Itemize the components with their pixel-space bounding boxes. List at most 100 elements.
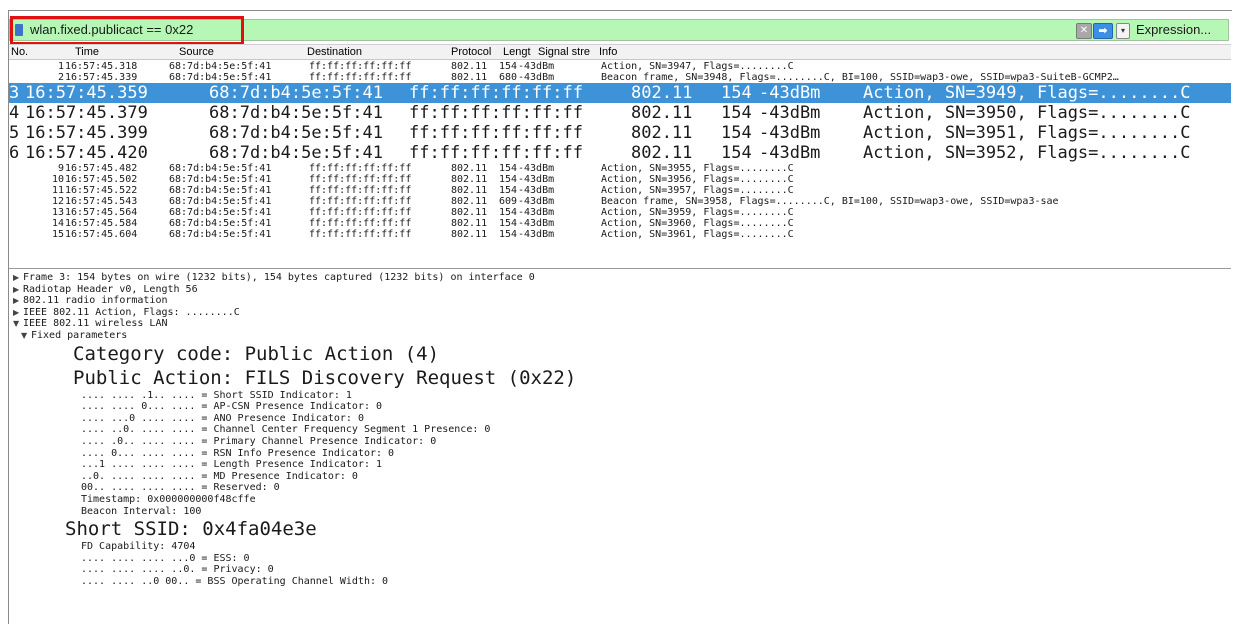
detail-line: .... .... .... ..0. = Privacy: 0 (81, 564, 274, 576)
cell-time: 16:57:45.359 (25, 83, 148, 103)
table-row[interactable]: 11 16:57:45.522 68:7d:b4:5e:5f:41 ff:ff:ff:… (9, 185, 1231, 196)
cell-info: Action, SN=3951, Flags=........C (863, 123, 1191, 143)
cell-proto: 802.11 (451, 218, 488, 229)
cell-proto: 802.11 (451, 229, 488, 240)
cell-src: 68:7d:b4:5e:5f:41 (169, 207, 272, 218)
cell-info: Action, SN=3959, Flags=........C (601, 207, 794, 218)
cell-len: 154 (499, 229, 518, 240)
table-row[interactable]: 13 16:57:45.564 68:7d:b4:5e:5f:41 ff:ff:ff:… (9, 207, 1231, 218)
cell-no: 5 (9, 123, 20, 143)
column-header-no[interactable]: No. (11, 46, 28, 58)
cell-time: 16:57:45.522 (65, 185, 138, 196)
detail-line[interactable]: ▶ IEEE 802.11 Action, Flags: ........C (13, 307, 240, 319)
table-row[interactable]: 5 16:57:45.399 68:7d:b4:5e:5f:41 ff:ff:ff:f… (9, 123, 1231, 143)
table-row[interactable]: 9 16:57:45.482 68:7d:b4:5e:5f:41 ff:ff:ff:f… (9, 163, 1231, 174)
cell-dst: ff:ff:ff:ff:ff:ff (309, 218, 412, 229)
collapsed-triangle-icon[interactable]: ▶ (13, 307, 23, 319)
packet-list-header: No. Time Source Destination Protocol Len… (9, 44, 1231, 60)
table-row[interactable]: 6 16:57:45.420 68:7d:b4:5e:5f:41 ff:ff:ff:f… (9, 143, 1231, 163)
detail-line[interactable]: ▼ Fixed parameters (21, 330, 127, 342)
table-row[interactable]: 1 16:57:45.318 68:7d:b4:5e:5f:41 ff:ff:ff:f… (9, 61, 1231, 72)
cell-len: 154 (499, 218, 518, 229)
detail-text: .... .... ..0 00.. = BSS Operating Chann… (81, 576, 389, 587)
cell-sig: -43dBm (518, 163, 555, 174)
cell-proto: 802.11 (451, 72, 488, 83)
detail-line: ...1 .... .... .... = Length Presence In… (81, 459, 382, 471)
cell-proto: 802.11 (451, 207, 488, 218)
cell-info: Action, SN=3949, Flags=........C (863, 83, 1191, 103)
apply-filter-icon[interactable]: ➡ (1093, 23, 1113, 39)
cell-info: Action, SN=3961, Flags=........C (601, 229, 794, 240)
cell-sig: -43dBm (759, 103, 821, 123)
column-header-signal[interactable]: Signal stre (538, 46, 590, 58)
cell-dst: ff:ff:ff:ff:ff:ff (409, 123, 583, 143)
detail-line[interactable]: ▶ Frame 3: 154 bytes on wire (1232 bits),… (13, 272, 535, 284)
detail-text: Fixed parameters (31, 330, 128, 341)
cell-time: 16:57:45.482 (65, 163, 138, 174)
expanded-triangle-icon[interactable]: ▼ (21, 330, 31, 342)
column-header-destination[interactable]: Destination (307, 46, 362, 58)
cell-len: 154 (499, 61, 518, 72)
detail-line[interactable]: ▶ Radiotap Header v0, Length 56 (13, 284, 198, 296)
column-header-source[interactable]: Source (179, 46, 214, 58)
detail-line: .... 0... .... .... = RSN Info Presence … (81, 448, 394, 460)
table-row[interactable]: 10 16:57:45.502 68:7d:b4:5e:5f:41 ff:ff:ff:… (9, 174, 1231, 185)
table-row-selected[interactable]: 3 16:57:45.359 68:7d:b4:5e:5f:41 ff:ff:ff:f… (9, 83, 1231, 103)
cell-proto: 802.11 (451, 185, 488, 196)
detail-text: FD Capability: 4704 (81, 541, 196, 553)
cell-info: Action, SN=3955, Flags=........C (601, 163, 794, 174)
detail-line[interactable]: ▼ IEEE 802.11 wireless LAN (13, 318, 168, 330)
cell-dst: ff:ff:ff:ff:ff:ff (309, 207, 412, 218)
detail-text: Timestamp: 0x000000000f48cffe (81, 494, 256, 505)
column-header-length[interactable]: Lengt (503, 46, 531, 58)
table-row[interactable]: 4 16:57:45.379 68:7d:b4:5e:5f:41 ff:ff:ff:f… (9, 103, 1231, 123)
detail-text: .... .... .... ...0 = ESS: 0 (81, 552, 250, 564)
table-row[interactable]: 14 16:57:45.584 68:7d:b4:5e:5f:41 ff:ff:ff:… (9, 218, 1231, 229)
detail-line: .... .... .1.. .... = Short SSID Indicat… (81, 390, 352, 402)
collapsed-triangle-icon[interactable]: ▶ (13, 284, 23, 296)
cell-proto: 802.11 (631, 103, 693, 123)
cell-no: 2 (57, 72, 64, 83)
cell-sig: -43dBm (759, 83, 821, 103)
cell-sig: -43dBm (518, 174, 555, 185)
cell-no: 4 (9, 103, 20, 123)
cell-src: 68:7d:b4:5e:5f:41 (169, 61, 272, 72)
column-header-info[interactable]: Info (599, 46, 617, 58)
clear-filter-icon[interactable]: ✕ (1076, 23, 1092, 39)
cell-src: 68:7d:b4:5e:5f:41 (209, 103, 383, 123)
column-header-protocol[interactable]: Protocol (451, 46, 491, 58)
filter-text: wlan.fixed.publicact == 0x22 (30, 22, 194, 37)
column-header-time[interactable]: Time (75, 46, 99, 58)
detail-line: Short SSID: 0x4fa04e3e (65, 517, 317, 541)
detail-line: .... .... ..0 00.. = BSS Operating Chann… (81, 576, 388, 588)
cell-dst: ff:ff:ff:ff:ff:ff (309, 185, 412, 196)
detail-text: IEEE 802.11 wireless LAN (23, 318, 168, 330)
detail-text: ..0. .... .... .... = MD Presence Indica… (81, 470, 358, 482)
cell-info: Beacon frame, SN=3948, Flags=........C, … (601, 72, 1119, 83)
detail-text: 00.. .... .... .... = Reserved: 0 (81, 482, 280, 494)
expression-button[interactable]: Expression... (1136, 22, 1211, 37)
cell-sig: -43dBm (518, 229, 555, 240)
detail-line: Beacon Interval: 100 (81, 506, 201, 518)
chevron-down-icon[interactable]: ▾ (1116, 23, 1130, 39)
detail-text: .... .... .... ..0. = Privacy: 0 (81, 564, 274, 576)
cell-sig: -43dBm (518, 207, 555, 218)
collapsed-triangle-icon[interactable]: ▶ (13, 295, 23, 307)
cell-len: 154 (499, 185, 518, 196)
bookmark-icon[interactable] (15, 24, 23, 36)
cell-time: 16:57:45.543 (65, 196, 138, 207)
detail-text: Public Action: FILS Discovery Request (0… (73, 366, 577, 389)
detail-text: Radiotap Header v0, Length 56 (23, 283, 198, 295)
detail-line: .... .0.. .... .... = Primary Channel Pr… (81, 436, 436, 448)
collapsed-triangle-icon[interactable]: ▶ (13, 272, 23, 284)
cell-src: 68:7d:b4:5e:5f:41 (169, 229, 272, 240)
table-row[interactable]: 12 16:57:45.543 68:7d:b4:5e:5f:41 ff:ff:ff:… (9, 196, 1231, 207)
display-filter-input[interactable]: wlan.fixed.publicact == 0x22 ✕ ➡ ▾ Expre… (9, 19, 1229, 41)
table-row[interactable]: 15 16:57:45.604 68:7d:b4:5e:5f:41 ff:ff:ff:… (9, 229, 1231, 240)
detail-line[interactable]: ▶ 802.11 radio information (13, 295, 168, 307)
cell-info: Action, SN=3950, Flags=........C (863, 103, 1191, 123)
cell-time: 16:57:45.502 (65, 174, 138, 185)
cell-proto: 802.11 (451, 163, 488, 174)
expanded-triangle-icon[interactable]: ▼ (13, 318, 23, 330)
table-row[interactable]: 2 16:57:45.339 68:7d:b4:5e:5f:41 ff:ff:ff:f… (9, 72, 1231, 83)
